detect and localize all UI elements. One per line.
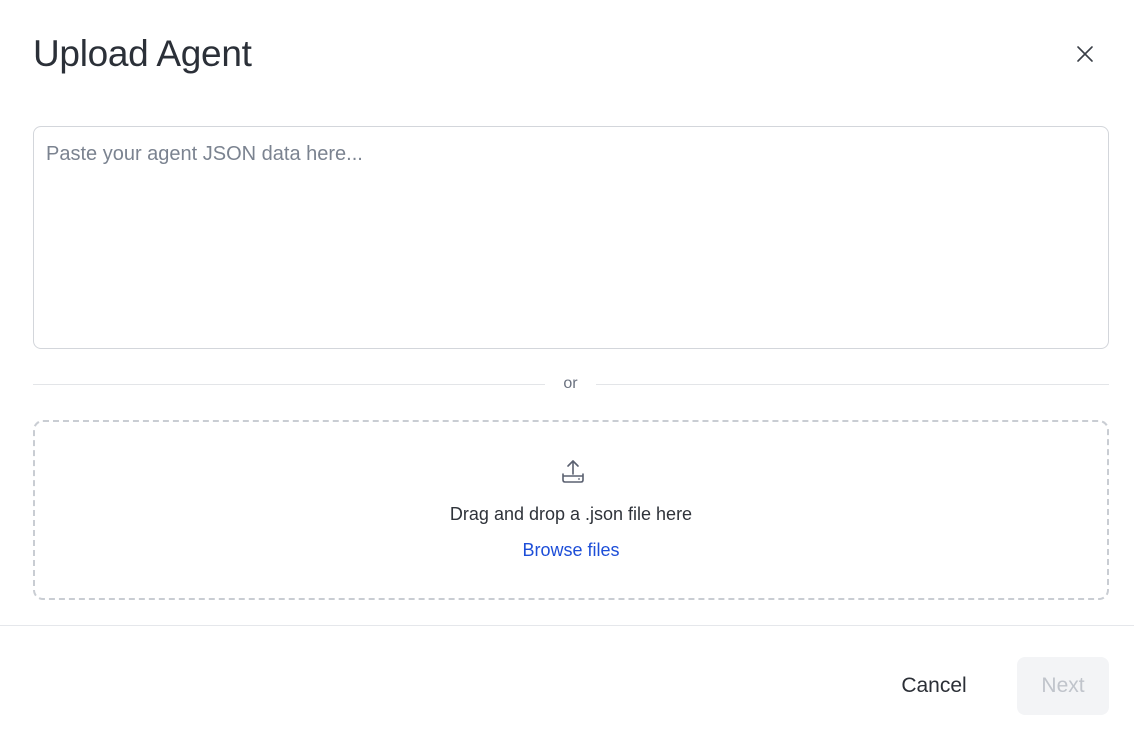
dialog-title: Upload Agent [33,33,252,74]
agent-json-input[interactable] [33,126,1109,349]
footer-divider [0,625,1134,626]
browse-link-row: Browse files [35,538,1107,562]
upload-icon [562,460,584,483]
cancel-button[interactable]: Cancel [882,662,986,710]
file-dropzone[interactable]: Drag and drop a .json file here Browse f… [33,420,1109,600]
close-icon [1077,46,1093,62]
close-button[interactable] [1069,38,1101,70]
or-divider: or [33,372,1109,396]
next-button[interactable]: Next [1017,657,1109,715]
upload-agent-dialog: Upload Agent or Drag and drop a .json fi… [0,0,1134,736]
dropzone-text: Drag and drop a .json file here [449,504,693,524]
divider-line-right [596,384,1109,385]
browse-files-link[interactable]: Browse files [522,540,619,560]
divider-line-left [33,384,545,385]
divider-label: or [563,375,578,392]
